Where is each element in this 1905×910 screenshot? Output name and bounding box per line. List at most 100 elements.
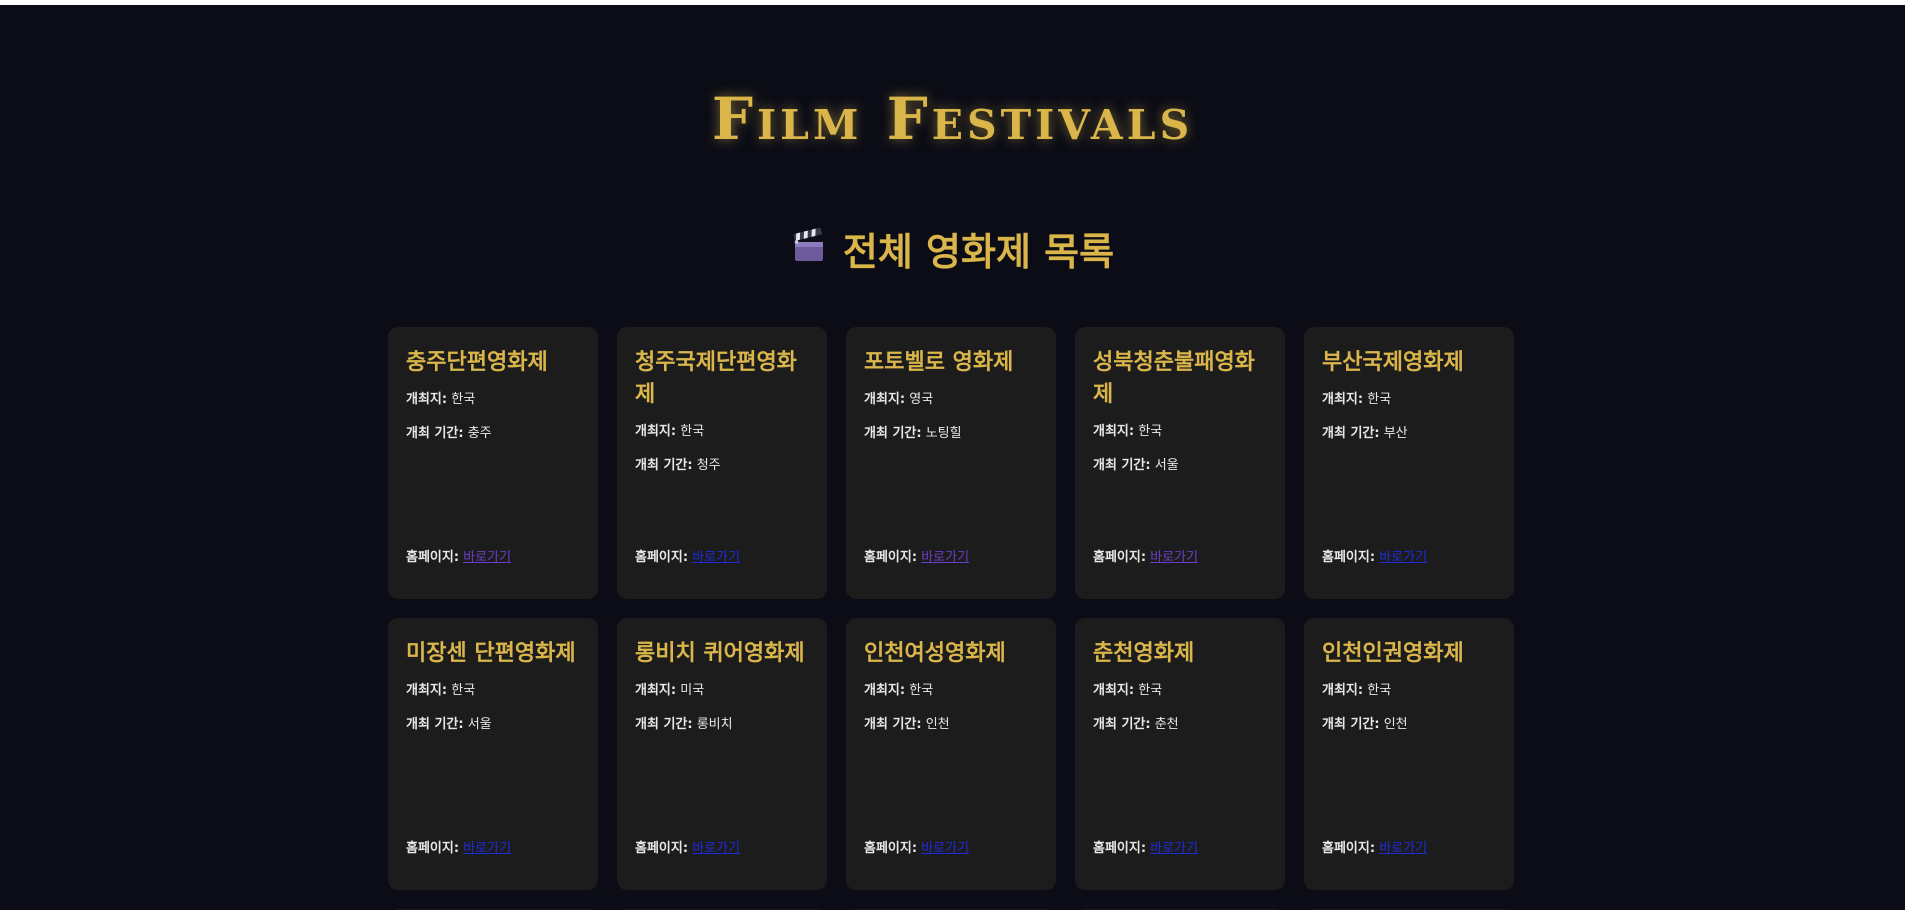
period-label: 개최 기간: <box>1093 458 1151 473</box>
location-label: 개최지: <box>864 392 906 407</box>
location-value: 미국 <box>680 683 705 698</box>
section-heading-text: 전체 영화제 목록 <box>842 230 1115 274</box>
period-value: 춘천 <box>1154 717 1179 732</box>
festival-period: 개최 기간: 노팅힐 <box>864 425 1038 443</box>
period-value: 노팅힐 <box>925 426 962 441</box>
period-value: 부산 <box>1383 426 1408 441</box>
homepage-link[interactable]: 바로가기 <box>463 841 511 856</box>
festival-card: 미장센 단편영화제개최지: 한국개최 기간: 서울홈페이지: 바로가기 <box>388 618 598 890</box>
homepage-link[interactable]: 바로가기 <box>463 550 511 565</box>
festival-card: 포토벨로 영화제 개최지: 영국 개최 기간: 노팅힐 홈페이지: 바로가기 <box>846 327 1056 599</box>
festival-homepage: 홈페이지: 바로가기 <box>1322 549 1427 567</box>
homepage-label: 홈페이지: <box>406 550 460 565</box>
festival-period: 개최 기간: 충주 <box>406 425 580 443</box>
festival-name: 미장센 단편영화제 <box>406 641 576 666</box>
festival-name: 청주국제단편영화제 <box>635 350 797 407</box>
festival-card: 충주단편영화제개최지: 한국개최 기간: 충주홈페이지: 바로가기 <box>388 327 598 599</box>
period-value: 청주 <box>696 458 721 473</box>
location-value: 한국 <box>451 392 476 407</box>
homepage-label: 홈페이지: <box>864 841 918 856</box>
festival-homepage: 홈페이지: 바로가기 <box>1093 840 1198 858</box>
festival-name: 인천인권영화제 <box>1322 641 1464 666</box>
festival-period: 개최 기간: 인천 <box>864 716 1038 734</box>
homepage-label: 홈페이지: <box>864 550 918 565</box>
festival-card: 인천여성영화제 개최지: 한국 개최 기간: 인천 홈페이지: 바로가기 <box>846 618 1056 890</box>
festival-location: 개최지: 한국 <box>635 423 809 441</box>
period-label: 개최 기간: <box>635 717 693 732</box>
festival-homepage: 홈페이지: 바로가기 <box>1322 840 1427 858</box>
festival-period: 개최 기간: 서울 <box>406 716 580 734</box>
location-label: 개최지: <box>1322 683 1364 698</box>
festival-period: 개최 기간: 서울 <box>1093 457 1267 475</box>
location-value: 한국 <box>451 683 476 698</box>
location-label: 개최지: <box>635 424 677 439</box>
homepage-label: 홈페이지: <box>1093 841 1147 856</box>
festival-card: 부산국제영화제개최지: 한국개최 기간: 부산홈페이지: 바로가기 <box>1304 327 1514 599</box>
location-label: 개최지: <box>1093 424 1135 439</box>
page-background: Film Festivals 전체 영화제 목록 충주단편영화제 개최지: 한국 개… <box>0 5 1905 910</box>
homepage-link[interactable]: 바로가기 <box>921 550 969 565</box>
festival-homepage: 홈페이지: 바로가기 <box>864 549 969 567</box>
festival-period: 개최 기간: 춘천 <box>1093 716 1267 734</box>
festival-grid: 충주단편영화제 개최지: 한국 개최 기간: 충주 홈페이지: 바로가기 청주국제단편영… <box>388 327 1514 910</box>
homepage-link[interactable]: 바로가기 <box>1379 550 1427 565</box>
section-heading: 전체 영화제 목록 <box>0 227 1905 278</box>
period-value: 인천 <box>925 717 950 732</box>
period-label: 개최 기간: <box>406 426 464 441</box>
festival-period: 개최 기간: 인천 <box>1322 716 1496 734</box>
homepage-link[interactable]: 바로가기 <box>1379 841 1427 856</box>
period-value: 롱비치 <box>696 717 733 732</box>
festival-location: 개최지: 미국 <box>635 682 809 700</box>
homepage-label: 홈페이지: <box>1093 550 1147 565</box>
period-label: 개최 기간: <box>1322 426 1380 441</box>
festival-homepage: 홈페이지: 바로가기 <box>635 549 740 567</box>
period-label: 개최 기간: <box>864 426 922 441</box>
period-value: 충주 <box>467 426 492 441</box>
festival-homepage: 홈페이지: 바로가기 <box>1093 549 1198 567</box>
festival-name: 춘천영화제 <box>1093 641 1195 666</box>
homepage-link[interactable]: 바로가기 <box>1150 841 1198 856</box>
festival-period: 개최 기간: 부산 <box>1322 425 1496 443</box>
location-label: 개최지: <box>1322 392 1364 407</box>
period-label: 개최 기간: <box>406 717 464 732</box>
location-value: 한국 <box>1367 683 1392 698</box>
festival-location: 개최지: 한국 <box>406 682 580 700</box>
location-value: 한국 <box>1138 683 1163 698</box>
festival-period: 개최 기간: 청주 <box>635 457 809 475</box>
homepage-label: 홈페이지: <box>406 841 460 856</box>
festival-location: 개최지: 영국 <box>864 391 1038 409</box>
festival-name: 부산국제영화제 <box>1322 350 1464 375</box>
festival-location: 개최지: 한국 <box>864 682 1038 700</box>
festival-card: 성북청춘불패영화제 개최지: 한국 개최 기간: 서울 홈페이지: 바로가기 <box>1075 327 1285 599</box>
homepage-label: 홈페이지: <box>1322 841 1376 856</box>
festival-homepage: 홈페이지: 바로가기 <box>635 840 740 858</box>
festival-name: 충주단편영화제 <box>406 350 548 375</box>
period-value: 서울 <box>467 717 492 732</box>
period-value: 서울 <box>1154 458 1179 473</box>
festival-homepage: 홈페이지: 바로가기 <box>406 840 511 858</box>
clapper-board-icon <box>791 227 827 275</box>
festival-homepage: 홈페이지: 바로가기 <box>864 840 969 858</box>
festival-location: 개최지: 한국 <box>1322 682 1496 700</box>
location-value: 한국 <box>680 424 705 439</box>
festival-period: 개최 기간: 롱비치 <box>635 716 809 734</box>
homepage-link[interactable]: 바로가기 <box>692 841 740 856</box>
festival-card: 인천인권영화제개최지: 한국개최 기간: 인천홈페이지: 바로가기 <box>1304 618 1514 890</box>
homepage-link[interactable]: 바로가기 <box>1150 550 1198 565</box>
period-value: 인천 <box>1383 717 1408 732</box>
period-label: 개최 기간: <box>635 458 693 473</box>
festival-location: 개최지: 한국 <box>406 391 580 409</box>
homepage-link[interactable]: 바로가기 <box>692 550 740 565</box>
festival-location: 개최지: 한국 <box>1093 682 1267 700</box>
location-value: 영국 <box>909 392 934 407</box>
location-value: 한국 <box>1367 392 1392 407</box>
site-title: Film Festivals <box>711 85 1194 153</box>
festival-homepage: 홈페이지: 바로가기 <box>406 549 511 567</box>
homepage-label: 홈페이지: <box>635 550 689 565</box>
location-value: 한국 <box>909 683 934 698</box>
homepage-link[interactable]: 바로가기 <box>921 841 969 856</box>
homepage-label: 홈페이지: <box>635 841 689 856</box>
period-label: 개최 기간: <box>864 717 922 732</box>
festival-location: 개최지: 한국 <box>1093 423 1267 441</box>
festival-name: 롱비치 퀴어영화제 <box>635 641 805 666</box>
